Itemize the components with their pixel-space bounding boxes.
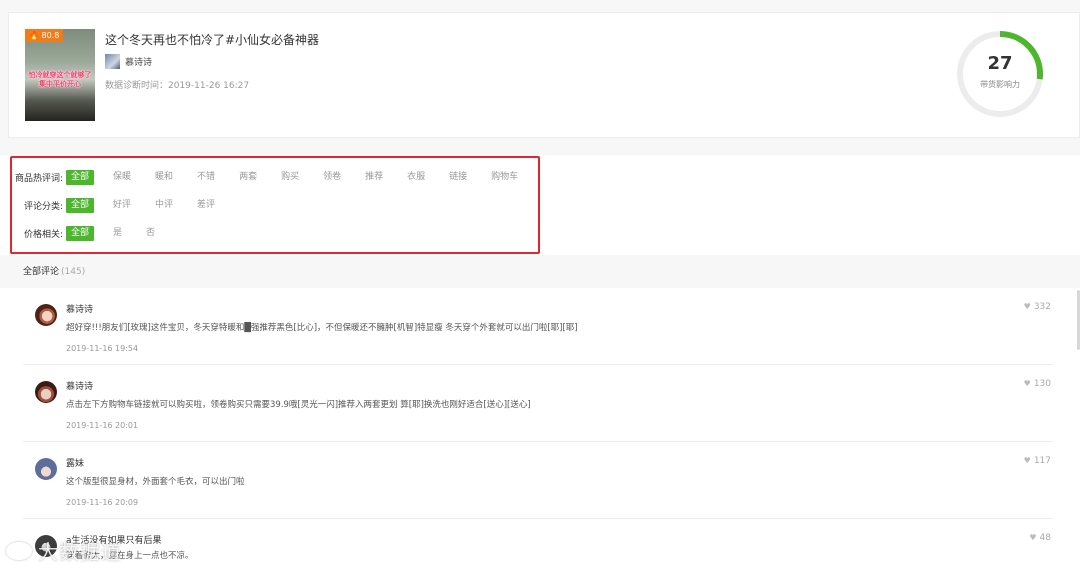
video-summary-card: 🔥 80.8 怕冷就穿这个就够了 集中平价开心 这个冬天再也不怕冷了#小仙女必备…: [8, 12, 1080, 138]
heart-icon: ♥: [1023, 379, 1031, 388]
like-count-value: 332: [1033, 302, 1051, 312]
filter-row-hot-words: 商品热评词: 全部 保暖 暖和 不错 两套 购买 领卷 推荐 衣服 链接 购物车: [0, 167, 537, 187]
author-row: 慕诗诗: [105, 54, 152, 69]
watermark-text: 大数据道: [38, 540, 122, 564]
comment-item: 慕诗诗 超好穿!!!朋友们[玫瑰]这件宝贝，冬天穿特暖和█强推荐黑色[比心]，不…: [23, 288, 1053, 365]
tag-price-no[interactable]: 否: [141, 226, 160, 241]
comments-header-title: 全部评论: [23, 267, 60, 277]
comment-author[interactable]: 露妹: [66, 456, 84, 469]
heart-icon: ♥: [1023, 456, 1031, 465]
comment-item: 慕诗诗 点击左下方购物车链接就可以购买啦，领卷购买只需要39.9哦[灵光一闪]推…: [23, 365, 1053, 442]
tag-category-neutral[interactable]: 中评: [150, 198, 178, 213]
heart-icon: ♥: [1023, 302, 1031, 311]
comment-author[interactable]: 慕诗诗: [66, 302, 93, 315]
tag-hot-word[interactable]: 推荐: [360, 170, 388, 185]
comment-time: 2019-11-16 20:09: [66, 498, 139, 507]
heart-icon: ♥: [1029, 533, 1037, 542]
gauge-value: 27: [987, 53, 1013, 74]
filter-label-hot-words: 商品热评词:: [14, 173, 63, 184]
hot-score-badge: 🔥 80.8: [25, 29, 64, 42]
comment-text: 超好穿!!!朋友们[玫瑰]这件宝贝，冬天穿特暖和█强推荐黑色[比心]，不但保暖还…: [66, 323, 578, 333]
tag-hot-word[interactable]: 链接: [444, 170, 472, 185]
tag-hot-word[interactable]: 购物车: [486, 170, 523, 185]
comment-filters: 商品热评词: 全部 保暖 暖和 不错 两套 购买 领卷 推荐 衣服 链接 购物车…: [0, 155, 1080, 255]
like-count: ♥ 332: [1024, 302, 1051, 312]
comment-time: 2019-11-16 19:54: [66, 344, 139, 353]
tag-hot-word[interactable]: 衣服: [402, 170, 430, 185]
comment-time: 2019-11-16 20:01: [66, 421, 139, 430]
like-count-value: 48: [1039, 533, 1051, 543]
filter-row-category: 评论分类: 全部 好评 中评 差评: [0, 195, 234, 215]
video-title[interactable]: 这个冬天再也不怕冷了#小仙女必备神器: [105, 31, 319, 48]
like-count: ♥ 130: [1024, 379, 1051, 389]
watermark: 大数据道: [6, 536, 122, 565]
comment-text: 这个版型很显身材，外面套个毛衣，可以出门啦: [66, 477, 245, 487]
video-thumbnail[interactable]: 🔥 80.8 怕冷就穿这个就够了 集中平价开心: [25, 29, 95, 121]
filter-row-price: 价格相关: 全部 是 否: [0, 223, 174, 243]
influence-gauge: 27 带货影响力: [954, 28, 1046, 120]
comment-text: 点击左下方购物车链接就可以购买啦，领卷购买只需要39.9哦[灵光一闪]推荐入两套…: [66, 400, 531, 410]
filter-label-price: 价格相关:: [23, 229, 63, 240]
thumbnail-caption: 怕冷就穿这个就够了 集中平价开心: [28, 71, 92, 88]
filter-label-category: 评论分类:: [23, 201, 63, 212]
like-count-value: 130: [1033, 379, 1051, 389]
tag-price-yes[interactable]: 是: [108, 226, 127, 241]
avatar[interactable]: [35, 458, 57, 480]
tag-hot-all[interactable]: 全部: [66, 169, 95, 185]
comment-item: 露妹 这个版型很显身材，外面套个毛衣，可以出门啦 2019-11-16 20:0…: [23, 442, 1053, 519]
diagnosis-time: 数据诊断时间：2019-11-26 16:27: [105, 81, 250, 91]
gauge-label: 带货影响力: [980, 80, 1020, 89]
comments-header: 全部评论 (145): [0, 257, 1080, 288]
tag-hot-word[interactable]: 领卷: [318, 170, 346, 185]
avatar[interactable]: [35, 304, 57, 326]
like-count: ♥ 48: [1029, 533, 1051, 543]
gauge-ring: [957, 31, 1043, 117]
watermark-logo-icon: [6, 541, 32, 560]
tag-category-all[interactable]: 全部: [66, 197, 95, 213]
like-count-value: 117: [1033, 456, 1051, 466]
tag-category-positive[interactable]: 好评: [108, 198, 136, 213]
tag-price-all[interactable]: 全部: [66, 225, 95, 241]
author-name[interactable]: 慕诗诗: [125, 55, 152, 68]
tag-category-negative[interactable]: 差评: [192, 198, 220, 213]
avatar[interactable]: [35, 381, 57, 403]
tag-hot-word[interactable]: 购买: [276, 170, 304, 185]
comments-count: (145): [61, 267, 86, 277]
tag-hot-word[interactable]: 不错: [192, 170, 220, 185]
author-avatar: [105, 54, 120, 69]
comment-author[interactable]: 慕诗诗: [66, 379, 93, 392]
tag-hot-word[interactable]: 保暖: [108, 170, 136, 185]
tag-hot-word[interactable]: 两套: [234, 170, 262, 185]
comment-item: a生活没有如果只有后果 穿着很大，穿在身上一点也不凉。 ♥ 48: [23, 519, 1053, 569]
comment-list: 慕诗诗 超好穿!!!朋友们[玫瑰]这件宝贝，冬天穿特暖和█强推荐黑色[比心]，不…: [0, 288, 1080, 569]
tag-hot-word[interactable]: 暖和: [150, 170, 178, 185]
like-count: ♥ 117: [1024, 456, 1051, 466]
